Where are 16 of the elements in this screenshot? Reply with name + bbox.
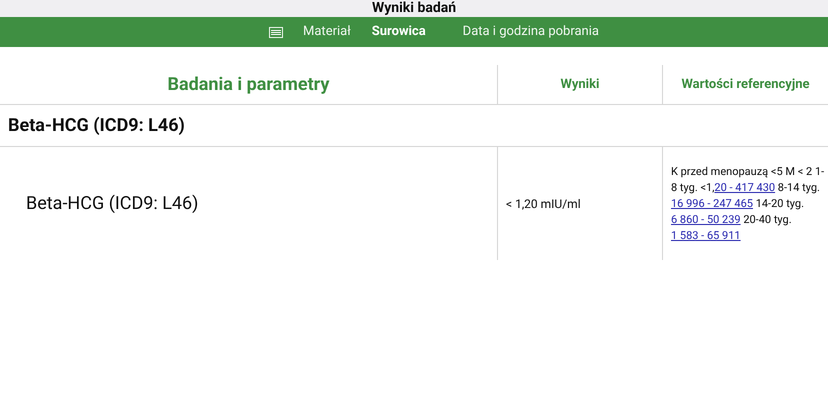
- column-header: Badania i parametry: [166, 73, 330, 97]
- column-header: Wartości referencyjne: [662, 65, 828, 104]
- reference-text: K przed menopauzą <5 M < 2 1-8 tyg. <1,20 - 417 430 8-14 tyg. 16 996 - 247 465 14-20 tyg. 6 860 - 50 239 20-40 tyg. 1 583 - 65 911: [671, 164, 826, 244]
- result-value: < 1,20 mIU/ml: [506, 196, 581, 212]
- reference-link[interactable]: 20 - 417 430: [714, 180, 776, 194]
- section-title: Beta-HCG (ICD9: L46): [8, 114, 185, 138]
- column-header: Wyniki: [497, 65, 662, 104]
- parameter-name: Beta-HCG (ICD9: L46): [26, 192, 198, 216]
- material-label: Materiał: [303, 23, 351, 42]
- material-value: Surowica: [372, 23, 426, 42]
- date-label: Data i godzina pobrania: [462, 23, 599, 42]
- reference-link[interactable]: 16 996 - 247 465: [671, 196, 753, 210]
- reference-link[interactable]: 6 860 - 50 239: [671, 212, 741, 226]
- page-title: Wyniki badań: [372, 0, 456, 17]
- reference-link[interactable]: 1 583 - 65 911: [671, 228, 741, 242]
- list-icon: [269, 26, 284, 38]
